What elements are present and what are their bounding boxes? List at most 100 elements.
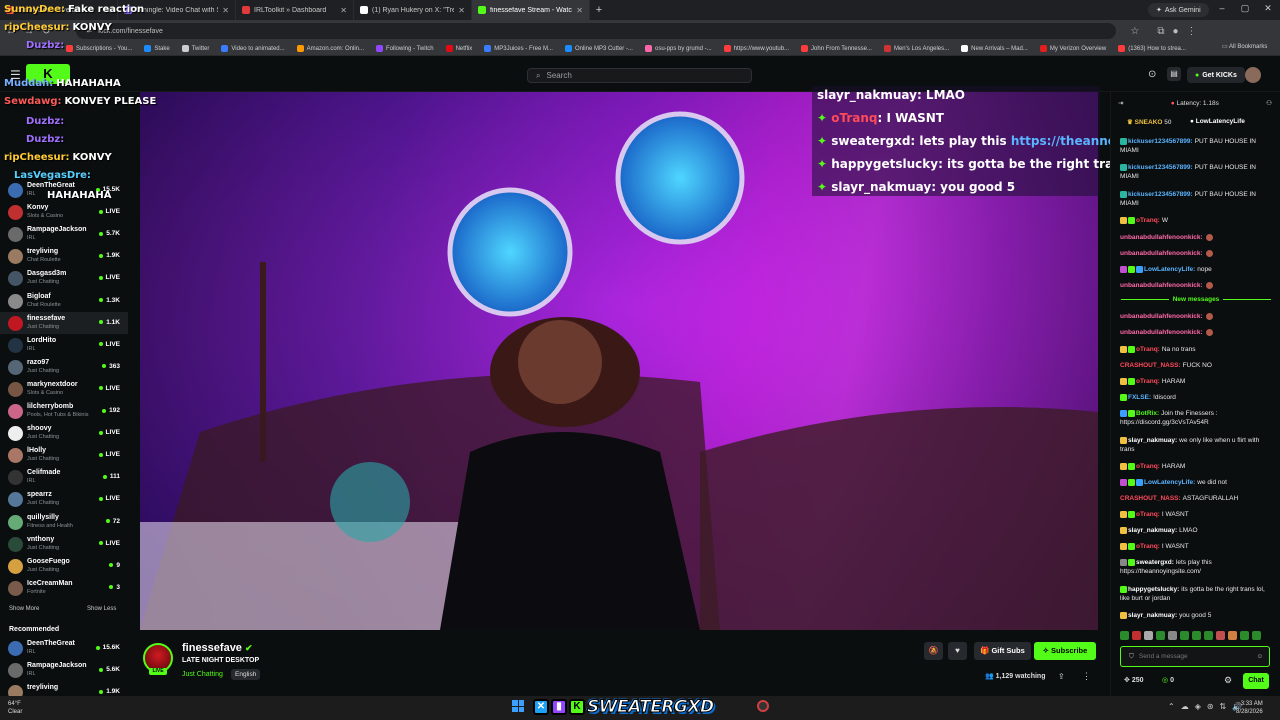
maximize-icon[interactable]: ▢ xyxy=(1235,3,1255,14)
chat-username[interactable]: slayr_nakmuay: xyxy=(1128,527,1177,534)
emote-icon[interactable] xyxy=(1168,631,1177,640)
chat-settings-icon[interactable]: ⚙ xyxy=(1224,675,1232,686)
more-options-icon[interactable]: ⋮ xyxy=(1082,671,1091,682)
show-less-button[interactable]: Show Less xyxy=(87,606,116,612)
bookmark-item[interactable]: Amazon.com: Onlin... xyxy=(296,45,364,52)
chat-username[interactable]: oTranq: xyxy=(1136,463,1160,470)
bookmark-item[interactable]: Men's Los Angeles... xyxy=(883,45,949,52)
chat-username[interactable]: unbanabdullahfenoonkick: xyxy=(1120,282,1203,289)
chat-username[interactable]: kickuser1234567899: xyxy=(1128,164,1193,171)
browser-tab[interactable]: (1) Ryan Hukery on X: "TreyLivin ✕ xyxy=(354,0,472,20)
bookmark-item[interactable]: osu-pps by grumd -... xyxy=(644,45,712,52)
tab-close-icon[interactable]: ✕ xyxy=(576,6,583,15)
profile-icon[interactable]: ● xyxy=(1173,26,1179,37)
follow-heart-icon[interactable]: ♥ xyxy=(948,642,967,660)
extensions-icon[interactable]: ⧉ xyxy=(1157,26,1164,37)
chat-username[interactable]: oTranq: xyxy=(1136,511,1160,518)
bookmark-item[interactable]: MP3Juices - Free M... xyxy=(484,45,553,52)
emote-icon[interactable] xyxy=(1204,631,1213,640)
emote-icon[interactable] xyxy=(1120,631,1129,640)
chat-username[interactable]: BotRix: xyxy=(1136,410,1159,417)
gift-subs-button[interactable]: 🎁 Gift Subs xyxy=(974,642,1031,660)
get-kicks-button[interactable]: ● Get KICKs xyxy=(1187,67,1245,83)
bookmark-item[interactable]: Following - Twitch xyxy=(376,45,434,52)
user-avatar[interactable] xyxy=(1245,67,1261,83)
chat-username[interactable]: unbanabdullahfenoonkick: xyxy=(1120,250,1203,257)
url-field[interactable]: ⇌ kick.com/finessefave xyxy=(76,23,1117,39)
sidebar-channel[interactable]: markynextdoor Slots & Casino LIVE xyxy=(0,378,128,400)
sidebar-channel[interactable]: treyliving Chat Roulette 1.9K xyxy=(0,245,128,267)
bookmark-item[interactable]: My Verizon Overview xyxy=(1039,45,1106,52)
bookmark-item[interactable]: Netflix xyxy=(445,45,472,52)
emote-icon[interactable] xyxy=(1180,631,1189,640)
collapse-chat-icon[interactable]: ⇥ xyxy=(1118,99,1123,107)
all-bookmarks-link[interactable]: ▭ All Bookmarks xyxy=(1222,43,1267,50)
subscribe-button[interactable]: ✧ Subscribe xyxy=(1034,642,1096,660)
sidebar-channel[interactable]: razo97 Just Chatting 363 xyxy=(0,356,128,378)
chat-username[interactable]: CRASHOUT_NASS: xyxy=(1120,495,1181,502)
chat-username[interactable]: unbanabdullahfenoonkick: xyxy=(1120,329,1203,336)
sidebar-channel[interactable]: spearrz Just Chatting LIVE xyxy=(0,488,128,510)
sidebar-channel[interactable]: RampageJackson IRL 5.6K xyxy=(0,659,128,681)
chat-username[interactable]: oTranq: xyxy=(1136,378,1160,385)
send-chat-button[interactable]: Chat xyxy=(1243,673,1269,689)
pinned-gifter-2[interactable]: ● LowLatencyLife xyxy=(1190,118,1245,125)
chat-username[interactable]: unbanabdullahfenoonkick: xyxy=(1120,313,1203,320)
weather-widget[interactable]: 64°F Clear xyxy=(8,700,22,716)
chat-username[interactable]: oTranq: xyxy=(1136,346,1160,353)
search-input[interactable]: ⌕ Search xyxy=(527,68,752,83)
sidebar-channel[interactable]: lHolly Just Chatting LIVE xyxy=(0,444,128,466)
stream-category[interactable]: Just Chatting xyxy=(182,671,223,678)
channel-name[interactable]: finessefave ✔ xyxy=(182,642,253,654)
chat-username[interactable]: kickuser1234567899: xyxy=(1128,191,1193,198)
browser-tab[interactable]: finessefave Stream - Watch ✕ xyxy=(472,0,590,20)
chat-username[interactable]: oTranq: xyxy=(1136,543,1160,550)
bookmark-item[interactable]: Online MP3 Cutter -... xyxy=(564,45,633,52)
tab-close-icon[interactable]: ✕ xyxy=(222,6,229,15)
bookmark-item[interactable]: New Arrivals – Mad... xyxy=(961,45,1028,52)
sidebar-channel[interactable]: vnthony Just Chatting LIVE xyxy=(0,533,128,555)
emote-icon[interactable] xyxy=(1192,631,1201,640)
bookmark-item[interactable]: (1363) How to strea... xyxy=(1118,45,1186,52)
pinned-gifter[interactable]: ♛ SNEAKO 50 xyxy=(1127,118,1172,126)
emote-icon[interactable] xyxy=(1228,631,1237,640)
emote-icon[interactable] xyxy=(1132,631,1141,640)
notification-bell-icon[interactable]: 🔕 xyxy=(924,642,943,660)
share-icon[interactable]: ⇪ xyxy=(1058,672,1065,681)
chat-username[interactable]: slayr_nakmuay: xyxy=(1128,437,1177,444)
chat-username[interactable]: kickuser1234567899: xyxy=(1128,138,1193,145)
minimize-icon[interactable]: – xyxy=(1212,3,1232,13)
ask-gemini-button[interactable]: ✦ Ask Gemini xyxy=(1148,3,1209,17)
tab-close-icon[interactable]: ✕ xyxy=(340,6,347,15)
sidebar-channel[interactable]: LordHito IRL LIVE xyxy=(0,334,128,356)
new-tab-button[interactable]: + xyxy=(590,4,608,16)
sidebar-channel[interactable]: RampageJackson IRL 5.7K xyxy=(0,223,128,245)
kicks-display[interactable]: ◎ 0 xyxy=(1162,676,1174,684)
menu-icon[interactable]: ⋮ xyxy=(1187,26,1197,37)
chat-username[interactable]: CRASHOUT_NASS: xyxy=(1120,362,1181,369)
windows-start-icon[interactable] xyxy=(512,700,524,712)
chat-username[interactable]: sweatergxd: xyxy=(1136,559,1174,566)
emote-icon[interactable] xyxy=(1252,631,1261,640)
emote-icon[interactable] xyxy=(1216,631,1225,640)
system-clock[interactable]: 3:33 AM 8/28/2026 xyxy=(1236,700,1263,716)
sidebar-channel[interactable]: GooseFuego Just Chatting 9 xyxy=(0,555,128,577)
chat-input[interactable]: ⛉ Send a message ☺ xyxy=(1120,646,1270,667)
sidebar-channel[interactable]: Bigloaf Chat Roulette 1.3K xyxy=(0,290,128,312)
language-tag[interactable]: English xyxy=(231,669,261,680)
obs-icon[interactable] xyxy=(757,700,769,712)
emote-icon[interactable] xyxy=(1156,631,1165,640)
chat-username[interactable]: slayr_nakmuay: xyxy=(1128,612,1177,619)
sidebar-channel[interactable]: Celifmade IRL 111 xyxy=(0,466,128,488)
sidebar-channel[interactable]: IceCreamMan Fortnite 3 xyxy=(0,577,128,599)
sidebar-channel[interactable]: quillysilly Fitness and Health 72 xyxy=(0,511,128,533)
layout-icon[interactable]: ▤ xyxy=(1167,67,1181,81)
sidebar-channel[interactable]: shoovy Just Chatting LIVE xyxy=(0,422,128,444)
bookmark-star-icon[interactable]: ☆ xyxy=(1130,26,1139,37)
bookmark-item[interactable]: https://www.youtub... xyxy=(723,45,789,52)
chat-users-icon[interactable]: ⚇ xyxy=(1266,99,1272,107)
sidebar-channel[interactable]: DeenTheGreat IRL 15.6K xyxy=(0,637,128,659)
chat-username[interactable]: oTranq: xyxy=(1136,217,1160,224)
emote-bar[interactable] xyxy=(1120,631,1272,641)
emote-icon[interactable] xyxy=(1240,631,1249,640)
